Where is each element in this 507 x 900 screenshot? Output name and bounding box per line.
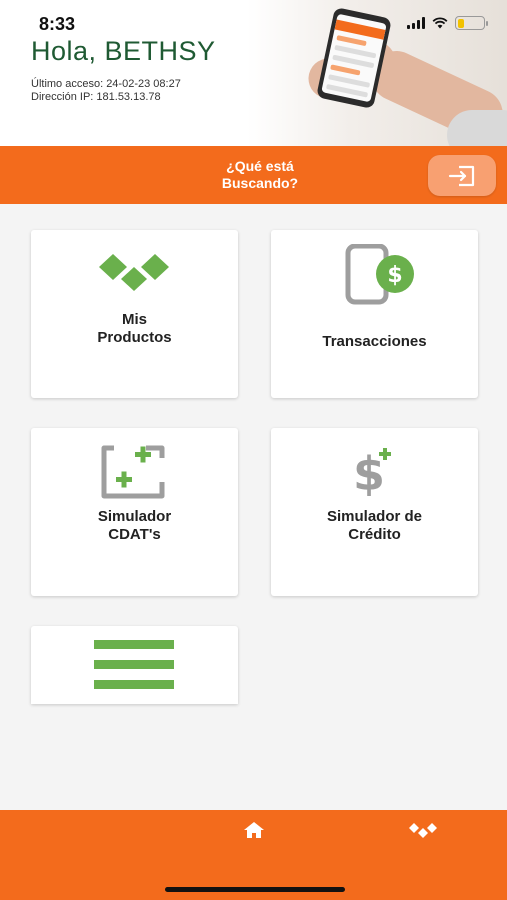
search-label[interactable]: ¿Qué está Buscando? [200,158,320,192]
status-time: 8:33 [39,14,76,34]
menu-lines-icon [94,640,174,689]
greeting: Hola, BETHSY [31,36,216,66]
logout-button[interactable] [428,155,496,196]
access-info: Último acceso: 24-02-23 08:27 Dirección … [31,78,181,104]
card-transacciones[interactable]: $ Transacciones [271,230,478,398]
card-label-line2: Productos [97,329,172,346]
home-icon[interactable] [243,821,265,839]
card-label: Simulador de Crédito [271,508,478,544]
transactions-phone-dollar-icon: $ [345,244,414,305]
home-indicator [165,887,345,892]
products-diamonds-icon [99,254,169,291]
card-label: Transacciones [322,333,427,350]
card-simulador-credito[interactable]: $ Simulador de Crédito [271,428,478,596]
cdat-simulator-icon [101,445,165,499]
products-icon[interactable] [408,822,438,838]
card-menu[interactable] [31,626,238,704]
card-mis-productos[interactable]: Mis Productos [31,230,238,398]
credit-simulator-icon: $ [353,447,391,496]
svg-text:$: $ [387,263,402,288]
header: 8:33 Hola, BETHSY Último acceso: 24-02-2… [0,0,507,146]
card-label: Simulador CDAT's [31,508,238,544]
logout-icon [448,165,475,186]
status-icons [407,16,488,30]
card-label-line1: Mis [121,311,147,328]
battery-icon [455,16,488,30]
search-label-line2: Buscando? [221,175,299,191]
card-label-line1: Simulador [97,508,172,525]
wifi-icon [432,17,448,29]
card-label-line2: Crédito [348,526,401,543]
signal-icon [407,17,425,29]
card-label-line2: CDAT's [108,526,161,543]
search-label-line1: ¿Qué está [226,158,294,174]
ip-address: Dirección IP: 181.53.13.78 [31,91,161,103]
last-access: Último acceso: 24-02-23 08:27 [31,78,181,90]
card-label-line1: Simulador de [326,508,423,525]
card-simulador-cdats[interactable]: Simulador CDAT's [31,428,238,596]
card-label: Mis Productos [31,311,238,347]
